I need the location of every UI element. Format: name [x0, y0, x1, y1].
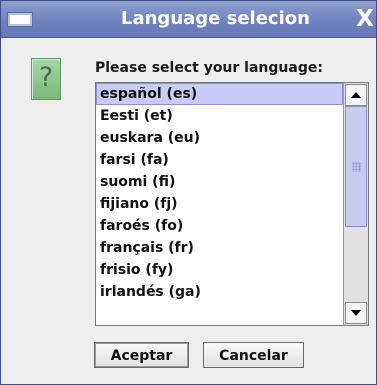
language-item-eu[interactable]: euskara (eu) — [96, 127, 343, 149]
language-dialog: Language selecion X ? Please select your… — [0, 0, 377, 385]
arrow-up-icon — [351, 92, 361, 98]
title-bar[interactable]: Language selecion X — [1, 1, 376, 38]
accept-button[interactable]: Aceptar — [94, 342, 189, 368]
language-item-fi[interactable]: suomi (fi) — [96, 171, 343, 193]
close-button[interactable]: X — [351, 5, 377, 33]
language-item-es[interactable]: español (es) — [96, 83, 343, 105]
language-item-fa[interactable]: farsi (fa) — [96, 149, 343, 171]
language-item-fj[interactable]: fijiano (fj) — [96, 193, 343, 215]
scroll-thumb[interactable] — [345, 106, 367, 227]
language-item-fo[interactable]: faroés (fo) — [96, 215, 343, 237]
dialog-title: Language selecion — [121, 8, 310, 29]
scroll-up-button[interactable] — [345, 84, 367, 106]
cancel-button[interactable]: Cancelar — [203, 342, 304, 368]
grip-icon — [352, 162, 361, 172]
question-mark-icon: ? — [31, 58, 61, 100]
language-item-fy[interactable]: frisio (fy) — [96, 259, 343, 281]
list-scrollbar[interactable] — [343, 83, 368, 325]
prompt-label: Please select your language: — [95, 60, 323, 76]
window-menu-icon[interactable] — [7, 12, 33, 27]
arrow-down-icon — [351, 310, 361, 316]
scroll-down-button[interactable] — [345, 302, 367, 324]
language-list[interactable]: español (es) Eesti (et) euskara (eu) far… — [95, 82, 369, 326]
language-item-ga[interactable]: irlandés (ga) — [96, 281, 343, 303]
language-item-fr[interactable]: français (fr) — [96, 237, 343, 259]
language-item-et[interactable]: Eesti (et) — [96, 105, 343, 127]
